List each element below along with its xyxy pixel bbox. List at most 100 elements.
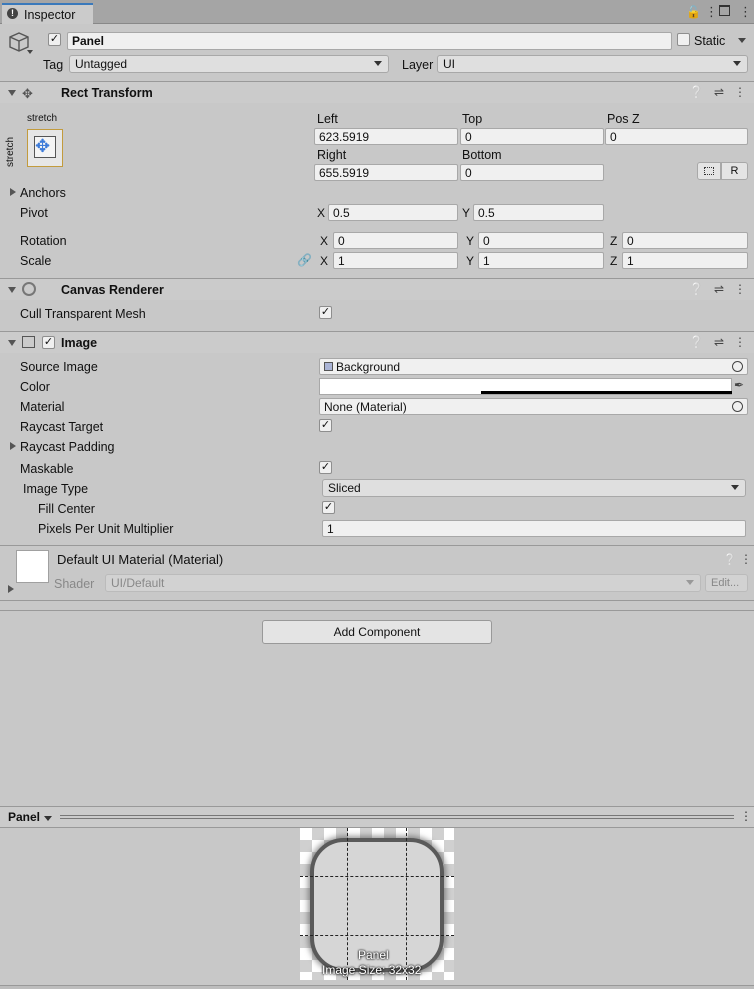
- material-separator: [0, 545, 754, 546]
- anchor-preset-button[interactable]: ✥: [27, 129, 63, 167]
- lock-icon[interactable]: 🔓: [686, 5, 701, 19]
- color-swatch[interactable]: [319, 378, 732, 395]
- component-menu-icon[interactable]: ⋮: [734, 85, 746, 99]
- object-picker-icon[interactable]: [732, 401, 743, 412]
- maximize-icon[interactable]: [719, 5, 730, 16]
- preview-dropdown[interactable]: Panel: [4, 809, 54, 826]
- tab-inspector[interactable]: ! Inspector: [2, 3, 93, 24]
- raycast-target-checkbox[interactable]: ✓: [319, 419, 332, 432]
- maskable-checkbox[interactable]: ✓: [319, 461, 332, 474]
- scale-x-field[interactable]: 1: [333, 252, 458, 269]
- fill-center-checkbox[interactable]: ✓: [322, 501, 335, 514]
- foldout-icon[interactable]: [8, 90, 16, 96]
- rotation-label: Rotation: [20, 234, 67, 248]
- canvas-renderer-header[interactable]: Canvas Renderer ❔ ⇌ ⋮: [0, 278, 754, 300]
- shader-label: Shader: [54, 577, 95, 591]
- preset-icon[interactable]: ⇌: [714, 282, 724, 296]
- foldout-icon[interactable]: [8, 340, 16, 346]
- top-label: Top: [462, 112, 483, 126]
- ppu-field[interactable]: 1: [322, 520, 746, 537]
- component-menu-icon[interactable]: ⋮: [734, 282, 746, 296]
- pivot-y-field[interactable]: 0.5: [473, 204, 604, 221]
- shader-edit-label: Edit...: [711, 577, 740, 589]
- help-icon[interactable]: ❔: [723, 553, 737, 566]
- add-component-separator: [0, 610, 754, 611]
- object-picker-icon[interactable]: [732, 361, 743, 372]
- scale-y-field[interactable]: 1: [478, 252, 604, 269]
- material-field[interactable]: None (Material): [319, 398, 748, 415]
- preset-icon[interactable]: ⇌: [714, 335, 724, 349]
- resize-handle[interactable]: [60, 815, 734, 819]
- rot-z-field[interactable]: 0: [622, 232, 748, 249]
- cull-checkbox[interactable]: ✓: [319, 306, 332, 319]
- help-icon[interactable]: ❔: [689, 85, 704, 99]
- add-component-button[interactable]: Add Component: [262, 620, 492, 644]
- rot-y-field[interactable]: 0: [478, 232, 604, 249]
- help-icon[interactable]: ❔: [689, 282, 704, 296]
- constrain-proportions-icon[interactable]: 🔗: [297, 253, 312, 267]
- right-field[interactable]: 655.5919: [314, 164, 458, 181]
- material-foldout-icon[interactable]: [8, 585, 14, 593]
- more-icon[interactable]: ⋮: [739, 4, 752, 20]
- layer-dropdown[interactable]: UI: [437, 55, 748, 73]
- static-dropdown-icon[interactable]: [738, 38, 746, 43]
- bottom-field[interactable]: 0: [460, 164, 604, 181]
- component-menu-icon[interactable]: ⋮: [740, 552, 752, 566]
- preset-icon[interactable]: ⇌: [714, 85, 724, 99]
- bottom-border: [0, 985, 754, 989]
- fill-center-label: Fill Center: [38, 502, 95, 516]
- layer-value: UI: [443, 57, 455, 71]
- top-field[interactable]: 0: [460, 128, 604, 145]
- preview-dropdown-label: Panel: [8, 810, 41, 824]
- tag-label: Tag: [43, 58, 64, 72]
- help-icon[interactable]: ❔: [689, 335, 704, 349]
- pivot-x-field[interactable]: 0.5: [328, 204, 458, 221]
- name-field[interactable]: Panel: [67, 32, 672, 50]
- slice-guide-right: [406, 828, 407, 980]
- source-image-value: Background: [336, 360, 401, 374]
- active-checkbox[interactable]: ✓: [48, 33, 61, 46]
- source-image-field[interactable]: Background: [319, 358, 748, 375]
- tab-bar: [0, 0, 754, 24]
- canvas-renderer-icon: [22, 282, 36, 296]
- image-title: Image: [61, 336, 98, 350]
- rot-y-axis: Y: [466, 234, 475, 248]
- menu-dots-icon[interactable]: ⋮: [705, 4, 718, 20]
- chevron-down-icon: [686, 580, 694, 585]
- image-type-value: Sliced: [328, 481, 361, 495]
- rect-transform-header[interactable]: ✥ Rect Transform ❔ ⇌ ⋮: [0, 81, 754, 103]
- pivot-x-axis: X: [317, 206, 326, 220]
- chevron-down-icon[interactable]: [27, 50, 33, 54]
- anchors-foldout-icon[interactable]: [10, 188, 16, 196]
- tag-dropdown[interactable]: Untagged: [69, 55, 389, 73]
- raycast-padding-label[interactable]: Raycast Padding: [20, 440, 115, 454]
- scale-z-axis: Z: [610, 254, 618, 268]
- scale-z-field[interactable]: 1: [622, 252, 748, 269]
- component-menu-icon[interactable]: ⋮: [734, 335, 746, 349]
- preview-menu-icon[interactable]: ⋮: [740, 809, 752, 823]
- anchors-label[interactable]: Anchors: [20, 186, 66, 200]
- image-enabled-checkbox[interactable]: ✓: [42, 336, 55, 349]
- shader-edit-button: Edit...: [705, 574, 748, 592]
- anchor-preset-top-label: stretch: [27, 113, 58, 124]
- left-field[interactable]: 623.5919: [314, 128, 458, 145]
- eyedropper-icon[interactable]: ✒: [734, 378, 744, 392]
- rect-transform-icon: ✥: [22, 86, 33, 101]
- material-label: Material: [20, 400, 65, 414]
- raw-edit-button[interactable]: R: [721, 162, 748, 180]
- image-type-label: Image Type: [23, 482, 89, 496]
- slice-guide-top: [300, 876, 454, 877]
- image-header[interactable]: ✓ Image ❔ ⇌ ⋮: [0, 331, 754, 353]
- image-component-icon: [22, 336, 35, 348]
- foldout-icon[interactable]: [8, 287, 16, 293]
- alpha-bar: [481, 391, 732, 394]
- raycast-padding-foldout-icon[interactable]: [10, 442, 16, 450]
- material-preview: [16, 550, 49, 583]
- tab-title: Inspector: [24, 8, 76, 22]
- posz-field[interactable]: 0: [605, 128, 748, 145]
- bottom-label: Bottom: [462, 148, 502, 162]
- blueprint-button[interactable]: [697, 162, 721, 180]
- static-checkbox[interactable]: [677, 33, 690, 46]
- rot-x-field[interactable]: 0: [333, 232, 458, 249]
- image-type-dropdown[interactable]: Sliced: [322, 479, 746, 497]
